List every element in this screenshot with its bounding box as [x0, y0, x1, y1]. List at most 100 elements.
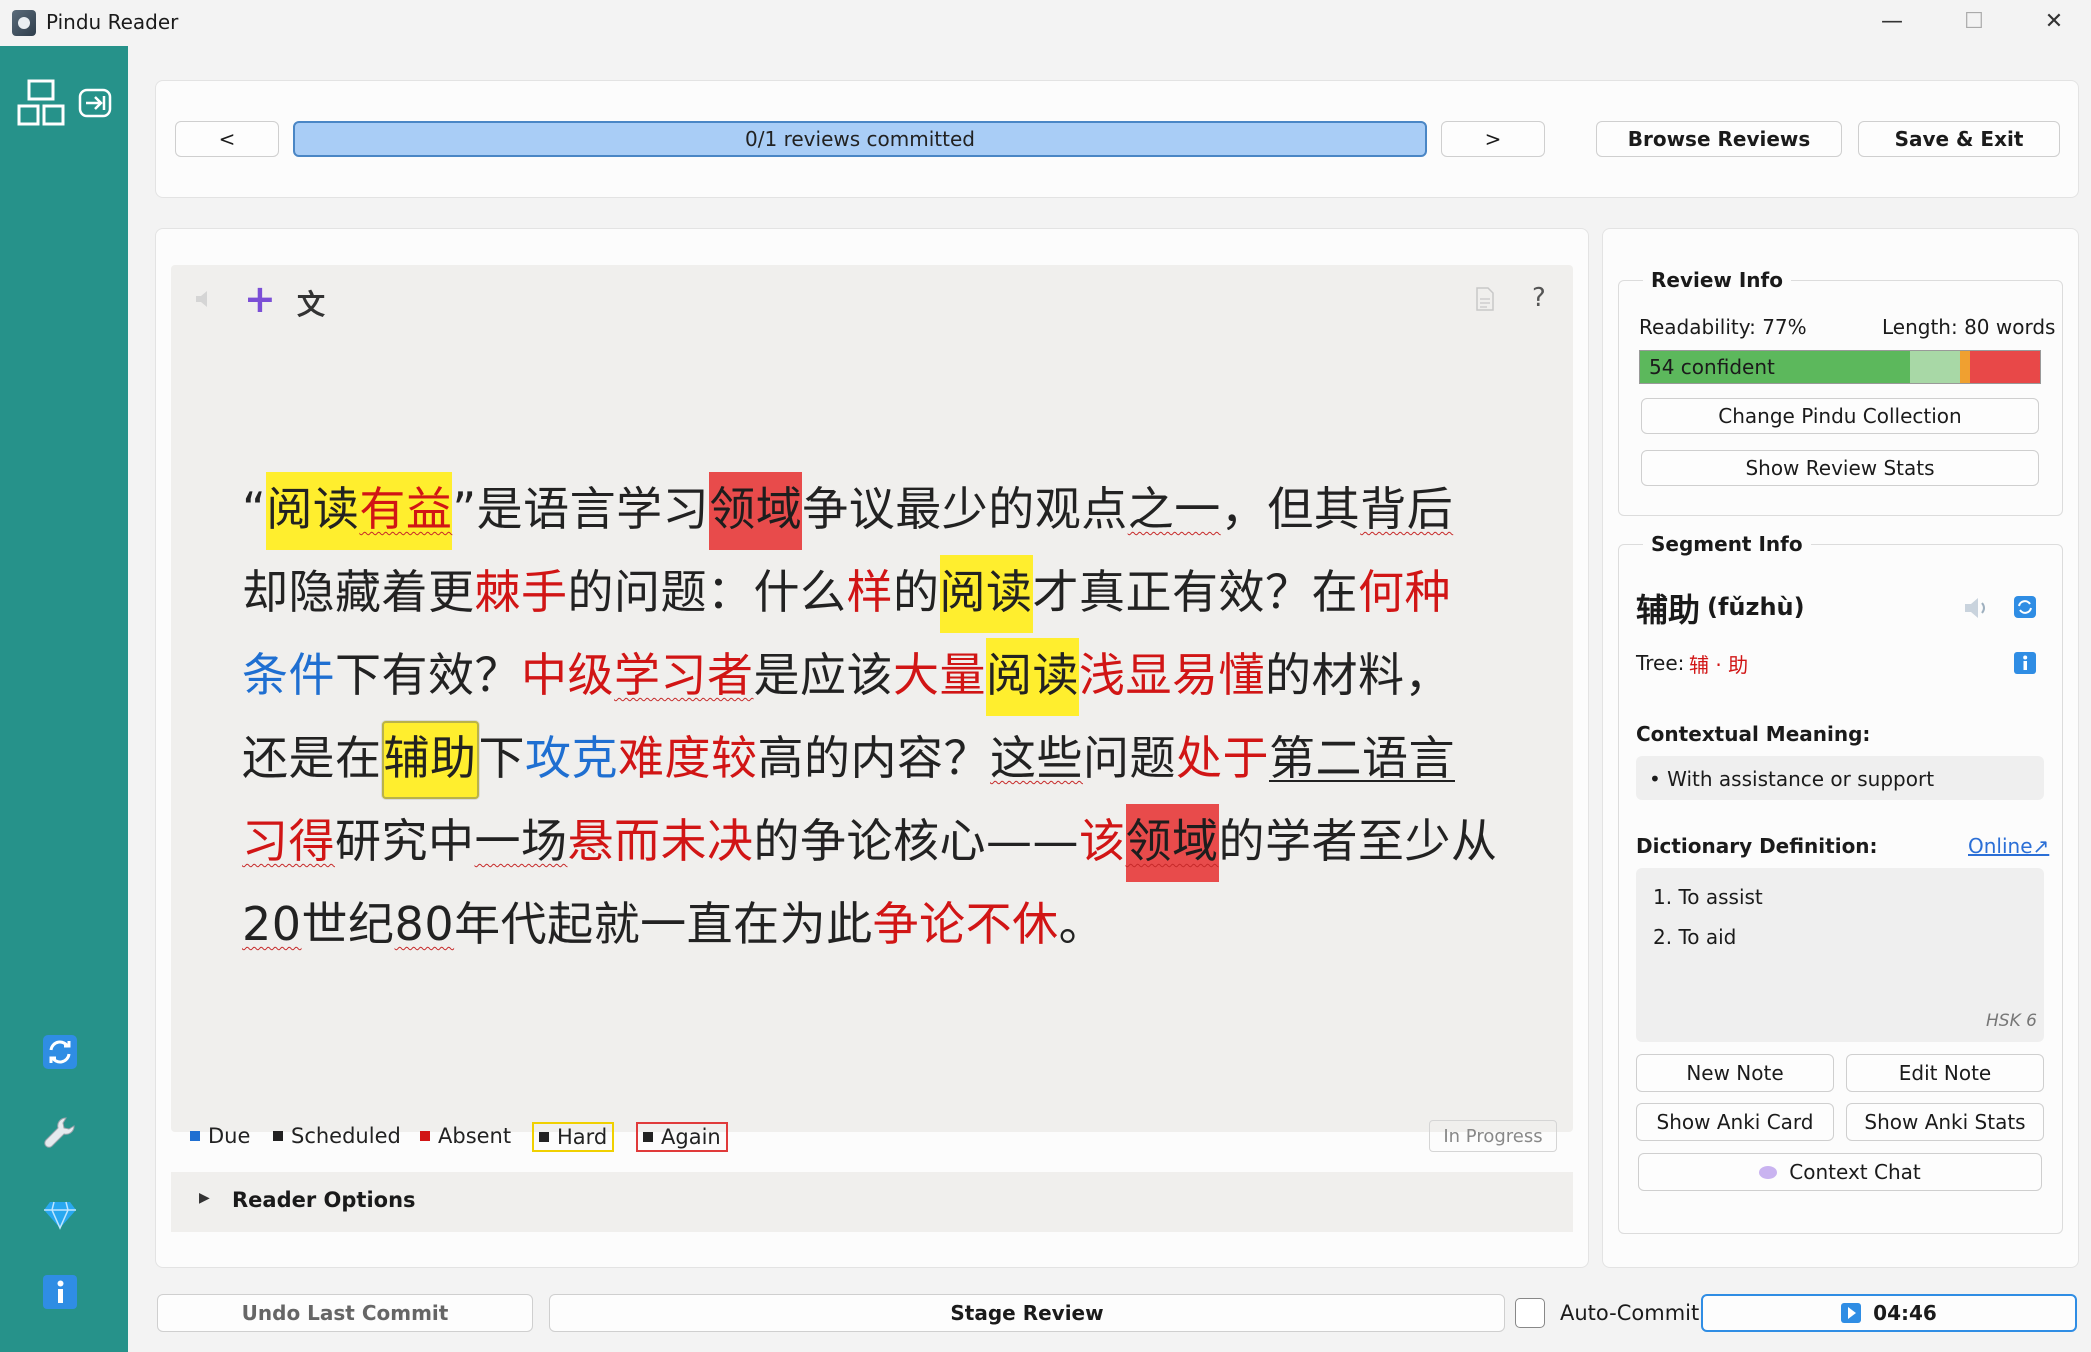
passage-segment[interactable]: 之一 — [1128, 482, 1221, 536]
passage-segment[interactable]: 的材料， — [1265, 648, 1451, 702]
refresh-icon[interactable] — [2012, 594, 2038, 620]
passage-segment[interactable]: 阅读 — [939, 555, 1033, 633]
legend-hard: Hard — [532, 1122, 615, 1152]
passage-segment[interactable]: 下 — [479, 731, 526, 785]
passage-segment[interactable]: 习得 — [242, 814, 335, 868]
legend-scheduled-label: Scheduled — [291, 1124, 401, 1148]
wrench-icon[interactable] — [42, 1114, 78, 1150]
close-button[interactable]: ✕ — [2014, 0, 2091, 44]
reading-passage[interactable]: “阅读有益”是语言学习领域争议最少的观点之一，但其背后 却隐藏着更棘手的问题：什么… — [242, 468, 1522, 966]
passage-segment[interactable]: 才真正有效？在 — [1033, 565, 1359, 619]
maximize-button[interactable]: ☐ — [1934, 0, 2014, 44]
passage-segment[interactable]: 浅显易懂 — [1079, 648, 1265, 702]
passage-segment[interactable]: 领域 — [1125, 804, 1219, 882]
passage-segment[interactable]: 争论不休 — [873, 897, 1059, 951]
passage-segment[interactable]: 高的内容？ — [758, 731, 991, 785]
legend-scheduled: Scheduled — [273, 1124, 401, 1148]
passage-segment[interactable]: 是应该 — [754, 648, 894, 702]
selected-word[interactable]: 辅助 — [381, 721, 479, 799]
passage-segment[interactable]: 还是在 — [242, 731, 382, 785]
title-bar: Pindu Reader — ☐ ✕ — [0, 0, 2091, 46]
passage-segment[interactable]: 领域 — [709, 472, 803, 550]
help-icon[interactable]: ? — [1532, 283, 1546, 313]
passage-segment[interactable]: 中级 — [521, 648, 614, 702]
passage-segment[interactable]: ”是语言学习 — [452, 482, 709, 536]
legend-due-label: Due — [208, 1124, 251, 1148]
stage-review-button[interactable]: Stage Review — [549, 1294, 1505, 1332]
passage-segment[interactable]: 这些 — [990, 731, 1083, 785]
edit-note-button[interactable]: Edit Note — [1846, 1054, 2044, 1092]
passage-segment[interactable]: 阅读 — [986, 638, 1079, 716]
show-anki-card-button[interactable]: Show Anki Card — [1636, 1103, 1834, 1141]
passage-segment[interactable]: 该 — [1079, 814, 1126, 868]
context-chat-button[interactable]: Context Chat — [1638, 1153, 2042, 1191]
speaker-muted-icon[interactable] — [192, 287, 216, 311]
passage-segment[interactable]: 争议最少的观点 — [802, 482, 1128, 536]
passage-segment[interactable]: 80 — [395, 897, 455, 951]
minimize-button[interactable]: — — [1852, 0, 1932, 44]
undo-last-commit-button[interactable]: Undo Last Commit — [157, 1294, 533, 1332]
passage-segment[interactable]: 难度较 — [618, 731, 758, 785]
passage-segment[interactable]: 攻克 — [525, 731, 618, 785]
passage-segment[interactable]: “ — [242, 482, 266, 536]
online-dictionary-link[interactable]: Online↗ — [1968, 834, 2049, 858]
app-logo-icon — [12, 10, 36, 36]
show-review-stats-button[interactable]: Show Review Stats — [1641, 450, 2039, 486]
sync-icon[interactable] — [42, 1034, 78, 1070]
passage-segment[interactable]: 学习者 — [614, 648, 754, 702]
legend-due: Due — [190, 1124, 250, 1148]
review-progress-bar: 0/1 reviews committed — [293, 121, 1427, 157]
exit-panel-icon[interactable] — [78, 86, 112, 120]
passage-segment[interactable]: 20 — [242, 897, 302, 951]
translate-icon[interactable]: 文 — [297, 283, 325, 323]
passage-line: 还是在辅助下攻克难度较高的内容？这些问题处于第二语言 — [242, 717, 1522, 800]
next-review-button[interactable]: > — [1441, 121, 1545, 157]
passage-segment[interactable]: 有益 — [359, 472, 453, 550]
auto-commit-checkbox[interactable] — [1515, 1298, 1545, 1328]
prev-review-button[interactable]: < — [175, 121, 279, 157]
passage-segment[interactable]: 研究中 — [335, 814, 475, 868]
save-exit-button[interactable]: Save & Exit — [1858, 121, 2060, 157]
passage-segment[interactable]: 背后 — [1360, 482, 1453, 536]
passage-segment[interactable]: 问题 — [1083, 731, 1176, 785]
legend-hard-label: Hard — [557, 1125, 608, 1149]
passage-segment[interactable]: 处于 — [1176, 731, 1269, 785]
gem-icon[interactable] — [42, 1196, 78, 1232]
info-icon[interactable] — [42, 1274, 78, 1310]
confidence-segment-hard — [1960, 351, 1970, 383]
passage-segment[interactable]: 悬而未决 — [568, 814, 754, 868]
passage-segment[interactable]: 大量 — [893, 648, 986, 702]
add-word-icon[interactable]: + — [244, 277, 276, 321]
passage-segment[interactable]: 。 — [1059, 897, 1106, 951]
passage-segment[interactable]: 却隐藏着更 — [242, 565, 475, 619]
layout-icon[interactable] — [16, 78, 66, 128]
passage-segment[interactable]: 年代起就一直在为此 — [454, 897, 873, 951]
again-swatch — [643, 1132, 653, 1142]
passage-segment[interactable]: 世纪 — [302, 897, 395, 951]
passage-segment[interactable]: 阅读 — [266, 472, 360, 550]
tree-info-icon[interactable] — [2012, 650, 2038, 676]
timer-button[interactable]: 04:46 — [1701, 1294, 2077, 1332]
reader-options-expander[interactable]: ▶ Reader Options — [171, 1172, 1573, 1232]
change-collection-button[interactable]: Change Pindu Collection — [1641, 398, 2039, 434]
passage-segment[interactable]: 的 — [893, 565, 940, 619]
passage-segment[interactable]: 的学者至少从 — [1219, 814, 1498, 868]
browse-reviews-button[interactable]: Browse Reviews — [1596, 121, 1842, 157]
segment-info-title: Segment Info — [1643, 532, 1811, 556]
tree-value[interactable]: 辅 · 助 — [1689, 649, 1748, 678]
new-note-button[interactable]: New Note — [1636, 1054, 1834, 1092]
passage-segment[interactable]: 何种 — [1358, 565, 1451, 619]
passage-segment[interactable]: 的问题：什么 — [568, 565, 847, 619]
passage-segment[interactable]: 条件 — [242, 648, 335, 702]
passage-segment[interactable]: 一场 — [475, 814, 568, 868]
passage-segment[interactable]: 样 — [847, 565, 894, 619]
scheduled-swatch — [273, 1131, 283, 1141]
passage-segment[interactable]: 第二语言 — [1269, 731, 1455, 785]
document-icon[interactable] — [1474, 286, 1496, 312]
passage-segment[interactable]: ，但其 — [1221, 482, 1361, 536]
passage-segment[interactable]: 棘手 — [475, 565, 568, 619]
passage-segment[interactable]: 的争论核心—— — [754, 814, 1080, 868]
passage-segment[interactable]: 下有效？ — [335, 648, 521, 702]
show-anki-stats-button[interactable]: Show Anki Stats — [1846, 1103, 2044, 1141]
speaker-icon[interactable] — [1962, 594, 1990, 622]
